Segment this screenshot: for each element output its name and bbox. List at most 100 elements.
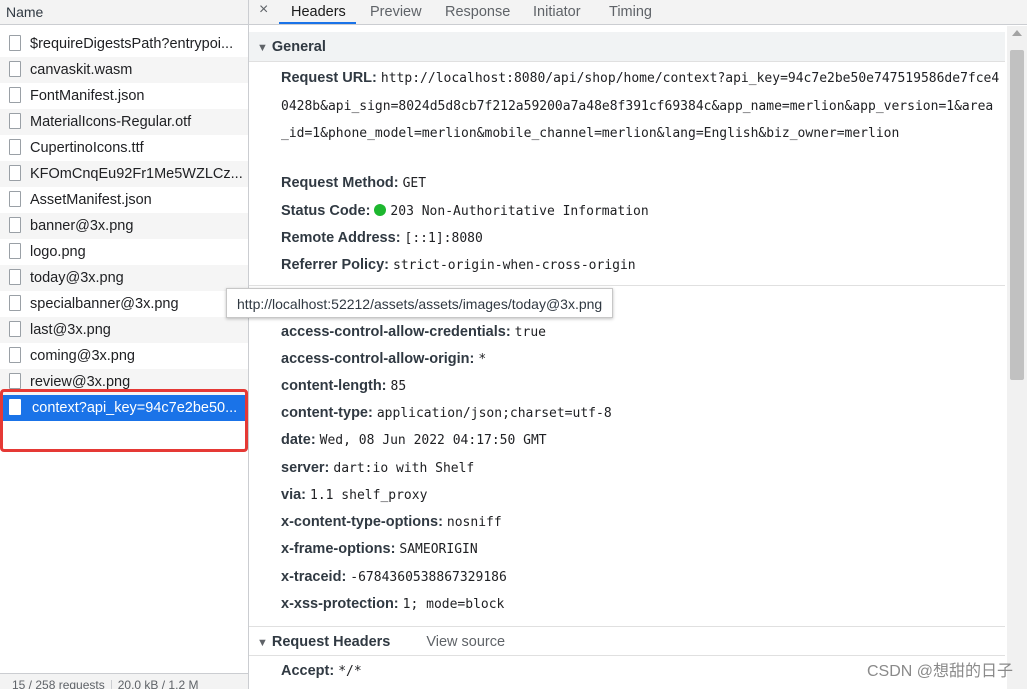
status-bar: 15 / 258 requests 20.0 kB / 1.2 M	[0, 673, 248, 689]
url-tooltip: http://localhost:52212/assets/assets/ima…	[226, 288, 614, 318]
file-icon	[9, 35, 21, 51]
header-name: content-type:	[281, 405, 373, 421]
status-indicator-icon	[374, 204, 387, 216]
request-name: specialbanner@3x.png	[30, 296, 179, 312]
request-name: MaterialIcons-Regular.otf	[30, 114, 192, 130]
request-name: today@3x.png	[30, 270, 124, 286]
response-header-row: x-traceid: -6784360538867329186	[281, 564, 507, 591]
request-row[interactable]: logo.png	[0, 239, 248, 265]
request-row[interactable]: AssetManifest.json	[0, 187, 248, 213]
highlight-annotation-box	[0, 389, 248, 452]
header-value: application/json;charset=utf-8	[376, 406, 612, 421]
request-row[interactable]: last@3x.png	[0, 317, 248, 343]
file-icon	[9, 139, 21, 155]
file-icon	[9, 61, 21, 77]
request-row[interactable]: specialbanner@3x.png	[0, 291, 248, 317]
tab-timing[interactable]: Timing	[609, 4, 652, 20]
response-header-row: content-type: application/json;charset=ut…	[281, 400, 612, 427]
scroll-up-arrow-icon[interactable]	[1012, 30, 1022, 36]
file-icon	[9, 269, 21, 285]
vertical-scrollbar[interactable]	[1007, 26, 1027, 689]
remote-address-field: Remote Address: [::1]:8080	[281, 225, 483, 252]
response-header-row: server: dart:io with Shelf	[281, 455, 474, 482]
watermark: CSDN @想甜的日子	[866, 663, 1013, 680]
view-source-link[interactable]: View source	[426, 634, 505, 650]
header-name: x-content-type-options:	[281, 514, 443, 530]
field-value: strict-origin-when-cross-origin	[393, 258, 636, 273]
field-label: Remote Address:	[281, 230, 401, 246]
field-label: Status Code:	[281, 203, 371, 219]
request-count: 15 / 258 requests	[12, 678, 105, 689]
general-section-header[interactable]: ▼ General	[249, 32, 1005, 62]
request-url-value: http://localhost:8080/api/shop/home/cont…	[281, 71, 1000, 141]
divider	[249, 285, 1005, 286]
transfer-size: 20.0 kB / 1.2 M	[117, 678, 199, 689]
request-name: banner@3x.png	[30, 218, 134, 234]
scrollbar-thumb[interactable]	[1010, 50, 1024, 380]
section-title: Request Headers	[271, 634, 391, 650]
request-name: KFOmCnqEu92Fr1Me5WZLCz...	[30, 166, 243, 182]
request-row[interactable]: CupertinoIcons.ttf	[0, 135, 248, 161]
header-value: dart:io with Shelf	[333, 461, 475, 476]
request-row[interactable]: KFOmCnqEu92Fr1Me5WZLCz...	[0, 161, 248, 187]
header-value: 85	[390, 379, 407, 394]
response-header-row: access-control-allow-credentials: true	[281, 319, 546, 346]
request-list-panel: Name $requireDigestsPath?entrypoi... can…	[0, 0, 249, 689]
referrer-policy-field: Referrer Policy: strict-origin-when-cross…	[281, 252, 636, 279]
divider	[110, 679, 112, 689]
status-code-field: Status Code: 203 Non-Authoritative Inform…	[281, 198, 649, 225]
field-value: GET	[402, 176, 427, 191]
request-name: $requireDigestsPath?entrypoi...	[30, 36, 234, 52]
request-name: review@3x.png	[30, 374, 131, 390]
field-label: Referrer Policy:	[281, 257, 389, 273]
request-name: AssetManifest.json	[30, 192, 152, 208]
file-icon	[9, 165, 21, 181]
file-icon	[9, 321, 21, 337]
header-value: */*	[338, 664, 362, 679]
request-headers-section-header[interactable]: ▼ Request Headers View source	[249, 626, 1005, 656]
response-header-row: x-content-type-options: nosniff	[281, 509, 502, 536]
request-name: CupertinoIcons.ttf	[30, 140, 144, 156]
details-tabbar: × Headers Preview Response Initiator Tim…	[249, 0, 1027, 25]
file-icon	[9, 217, 21, 233]
tab-headers[interactable]: Headers	[291, 4, 346, 20]
request-list: $requireDigestsPath?entrypoi... canvaski…	[0, 31, 248, 421]
request-row[interactable]: canvaskit.wasm	[0, 57, 248, 83]
section-title: General	[271, 39, 326, 55]
response-header-row: date: Wed, 08 Jun 2022 04:17:50 GMT	[281, 427, 547, 454]
file-icon	[9, 113, 21, 129]
field-label: Request Method:	[281, 175, 399, 191]
header-name: access-control-allow-origin:	[281, 351, 475, 367]
triangle-down-icon: ▼	[257, 637, 268, 649]
tab-preview[interactable]: Preview	[370, 4, 422, 20]
close-icon[interactable]: ×	[259, 1, 268, 19]
tab-initiator[interactable]: Initiator	[533, 4, 581, 20]
request-name: canvaskit.wasm	[30, 62, 133, 78]
file-icon	[9, 347, 21, 363]
header-name: via:	[281, 487, 306, 503]
header-name: x-xss-protection:	[281, 596, 399, 612]
header-value: Wed, 08 Jun 2022 04:17:50 GMT	[319, 433, 547, 448]
request-row[interactable]: FontManifest.json	[0, 83, 248, 109]
tab-response[interactable]: Response	[445, 4, 510, 20]
request-row[interactable]: today@3x.png	[0, 265, 248, 291]
header-name: access-control-allow-credentials:	[281, 324, 511, 340]
header-value: true	[514, 325, 546, 340]
header-name: x-traceid:	[281, 569, 347, 585]
file-icon	[9, 87, 21, 103]
request-row[interactable]: MaterialIcons-Regular.otf	[0, 109, 248, 135]
field-label: Request URL:	[281, 70, 377, 86]
header-value: 1; mode=block	[402, 597, 505, 612]
request-row[interactable]: coming@3x.png	[0, 343, 248, 369]
name-column-header[interactable]: Name	[0, 0, 248, 25]
header-value: nosniff	[446, 515, 502, 530]
header-name: date:	[281, 432, 316, 448]
request-name: FontManifest.json	[30, 88, 145, 104]
triangle-down-icon: ▼	[257, 42, 268, 54]
request-row[interactable]: banner@3x.png	[0, 213, 248, 239]
request-details-panel: × Headers Preview Response Initiator Tim…	[249, 0, 1027, 689]
request-row[interactable]: $requireDigestsPath?entrypoi...	[0, 31, 248, 57]
field-value: 203 Non-Authoritative Information	[390, 204, 649, 219]
header-name: content-length:	[281, 378, 387, 394]
header-value: 1.1 shelf_proxy	[310, 488, 428, 503]
